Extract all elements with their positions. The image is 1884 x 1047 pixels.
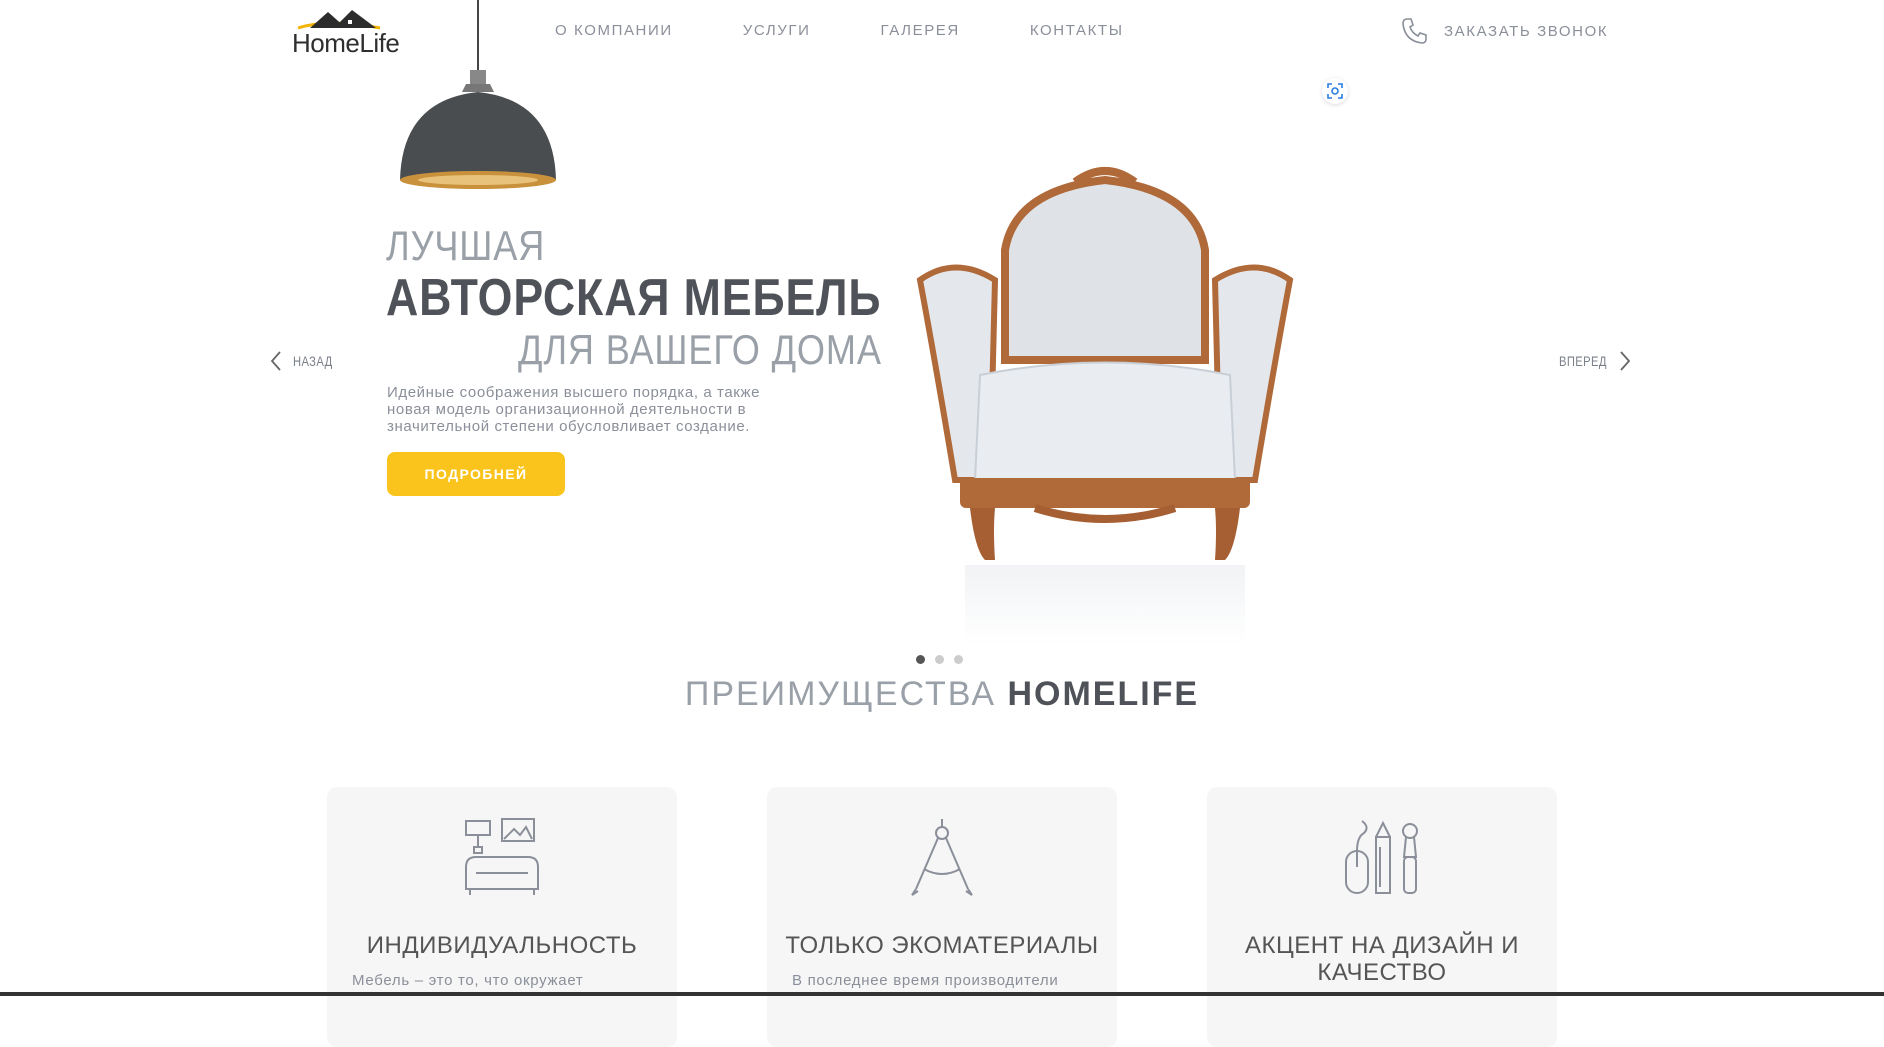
nav-contacts[interactable]: КОНТАКТЫ [1030,22,1124,39]
phone-icon [1402,18,1427,44]
card-text: В последнее время производители [792,972,1059,989]
more-button[interactable]: ПОДРОБНЕЙ [387,452,565,496]
advantages-title-bold: HOMELIFE [1007,675,1200,713]
slider-dot-1[interactable] [916,655,925,664]
hero-line-1: ЛУЧШАЯ [386,222,546,269]
slider-next-label: ВПЕРЕД [1558,353,1607,369]
card-title: ТОЛЬКО ЭКОМАТЕРИАЛЫ [785,932,1099,959]
advantage-card-design: АКЦЕНТ НА ДИЗАЙН И КАЧЕСТВО [1207,787,1557,1047]
design-tools-icon [1345,820,1418,894]
chevron-left-icon [270,351,281,371]
card-title: ИНДИВИДУАЛЬНОСТЬ [366,932,638,959]
sofa-design-icon [465,818,539,895]
callback-button[interactable]: ЗАКАЗАТЬ ЗВОНОК [1400,16,1608,46]
card-text: Мебель – это то, что окружает [352,972,584,989]
advantages-title-light: ПРЕИМУЩЕСТВА [684,675,996,713]
slider-pagination [916,655,963,664]
scan-icon-button[interactable] [1322,78,1348,104]
chevron-right-icon [1620,351,1631,371]
pendant-lamp-image [400,0,556,189]
slider-prev-button[interactable]: НАЗАД [270,350,338,372]
scan-icon [1327,83,1343,99]
compass-icon [911,819,973,896]
advantages-title: ПРЕИМУЩЕСТВА HOMELIFE [0,675,1884,714]
slider-prev-label: НАЗАД [292,353,333,369]
hero-headline: АВТОРСКАЯ МЕБЕЛЬ [386,269,882,327]
main-nav: О КОМПАНИИ УСЛУГИ ГАЛЕРЕЯ КОНТАКТЫ [555,22,1124,39]
hero-line-3: ДЛЯ ВАШЕГО ДОМА [518,326,882,373]
hero-description: Идейные соображения высшего порядка, а т… [387,384,761,435]
nav-gallery[interactable]: ГАЛЕРЕЯ [881,22,960,39]
slider-next-button[interactable]: ВПЕРЕД [1553,350,1631,372]
nav-services[interactable]: УСЛУГИ [743,22,811,39]
slider-dot-2[interactable] [935,655,944,664]
slider-dot-3[interactable] [954,655,963,664]
callback-label: ЗАКАЗАТЬ ЗВОНОК [1444,22,1609,40]
card-title: АКЦЕНТ НА ДИЗАЙН И КАЧЕСТВО [1245,932,1519,986]
bottom-border [0,992,1884,996]
armchair-image [916,167,1294,645]
advantage-card-individuality: ИНДИВИДУАЛЬНОСТЬ Мебель – это то, что ок… [327,787,677,1047]
advantage-card-eco: ТОЛЬКО ЭКОМАТЕРИАЛЫ В последнее время пр… [767,787,1117,1047]
